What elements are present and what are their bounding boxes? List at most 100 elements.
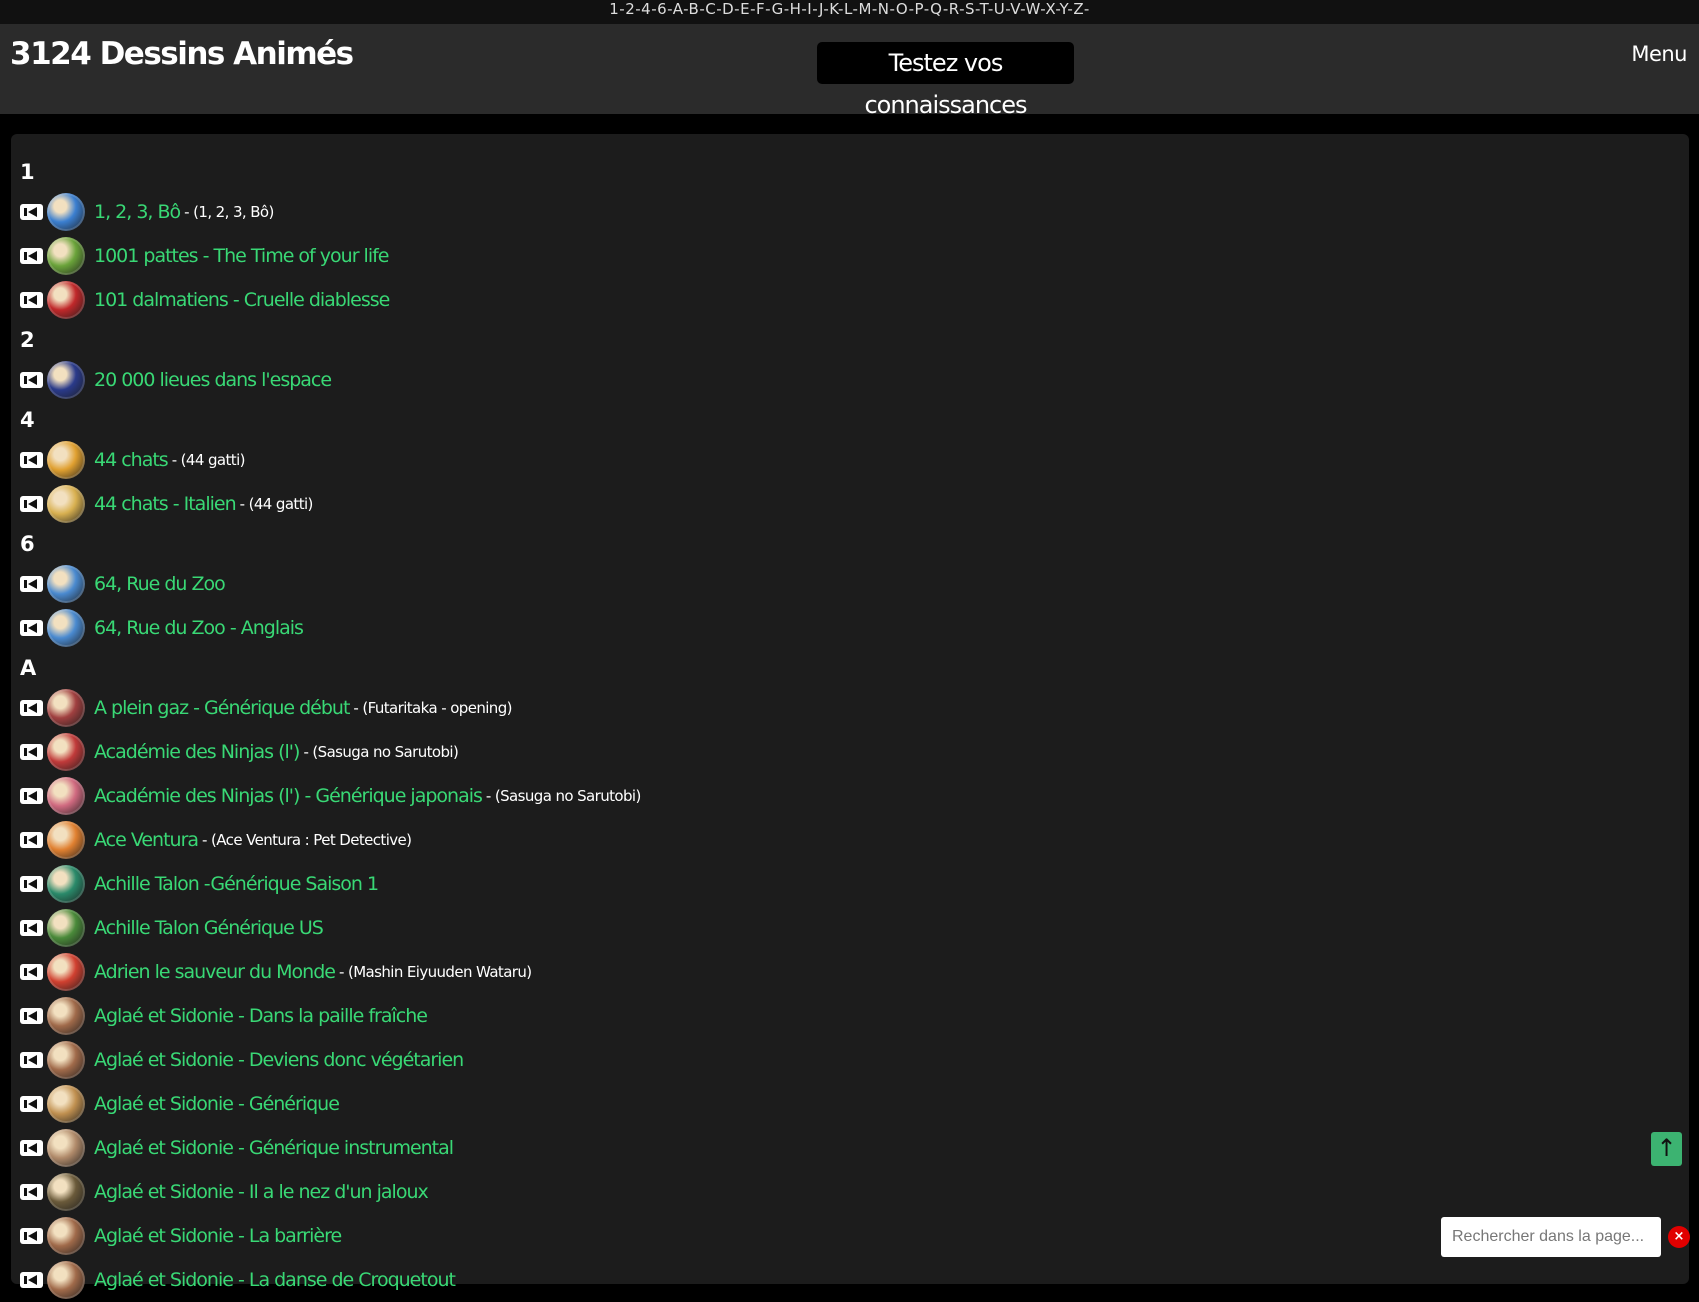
thumbnail-image — [47, 565, 85, 603]
clear-search-button[interactable]: × — [1668, 1226, 1690, 1248]
cartoon-title-link[interactable]: Aglaé et Sidonie - Générique instrumenta… — [94, 1137, 454, 1159]
play-previous-icon[interactable] — [20, 744, 43, 760]
alphabet-nav-links[interactable]: 1-2-4-6-A-B-C-D-E-F-G-H-I-J-K-L-M-N-O-P-… — [609, 0, 1090, 18]
alphabet-nav[interactable]: 1-2-4-6-A-B-C-D-E-F-G-H-I-J-K-L-M-N-O-P-… — [0, 0, 1699, 24]
list-item: 64, Rue du Zoo - Anglais — [20, 606, 1620, 650]
list-item: A plein gaz - Générique début - (Futarita… — [20, 686, 1620, 730]
play-previous-icon[interactable] — [20, 1228, 43, 1244]
original-title: - (44 gatti) — [239, 495, 314, 513]
cartoon-title-link[interactable]: Aglaé et Sidonie - La barrière — [94, 1225, 342, 1247]
cartoon-title-link[interactable]: Aglaé et Sidonie - La danse de Croquetou… — [94, 1269, 456, 1291]
arrow-up-icon: ↑ — [1656, 1134, 1677, 1162]
play-previous-icon[interactable] — [20, 920, 43, 936]
list-item: Académie des Ninjas (l') - Générique jap… — [20, 774, 1620, 818]
site-title[interactable]: 3124 Dessins Animés — [10, 36, 354, 72]
list-item: 44 chats - Italien - (44 gatti) — [20, 482, 1620, 526]
play-previous-icon[interactable] — [20, 1272, 43, 1288]
original-title: - (44 gatti) — [171, 451, 246, 469]
play-previous-icon[interactable] — [20, 876, 43, 892]
cartoon-title-link[interactable]: Aglaé et Sidonie - Il a le nez d'un jalo… — [94, 1181, 429, 1203]
cartoon-title-link[interactable]: 1, 2, 3, Bô — [94, 201, 181, 223]
play-previous-icon[interactable] — [20, 1008, 43, 1024]
cartoon-title-link[interactable]: 44 chats - Italien — [94, 493, 237, 515]
play-previous-icon[interactable] — [20, 1184, 43, 1200]
cartoon-title-link[interactable]: Adrien le sauveur du Monde — [94, 961, 336, 983]
thumbnail-image — [47, 237, 85, 275]
cartoon-title-link[interactable]: Académie des Ninjas (l') - Générique jap… — [94, 785, 483, 807]
list-item: Achille Talon -Générique Saison 1 — [20, 862, 1620, 906]
thumbnail-image — [47, 485, 85, 523]
original-title: - (Futaritaka - opening) — [353, 699, 512, 717]
list-item: 101 dalmatiens - Cruelle diablesse — [20, 278, 1620, 322]
cartoon-title-link[interactable]: Aglaé et Sidonie - Générique — [94, 1093, 340, 1115]
list-item: Aglaé et Sidonie - Dans la paille fraîch… — [20, 994, 1620, 1038]
thumbnail-image — [47, 865, 85, 903]
cartoon-title-link[interactable]: Académie des Ninjas (l') — [94, 741, 300, 763]
list-item: 64, Rue du Zoo — [20, 562, 1620, 606]
section-heading: 1 — [20, 160, 35, 184]
play-previous-icon[interactable] — [20, 204, 43, 220]
list-item: Aglaé et Sidonie - La barrière — [20, 1214, 1620, 1258]
search-input[interactable] — [1441, 1217, 1661, 1257]
cartoon-title-link[interactable]: 101 dalmatiens - Cruelle diablesse — [94, 289, 390, 311]
cartoon-title-link[interactable]: Aglaé et Sidonie - Dans la paille fraîch… — [94, 1005, 428, 1027]
play-previous-icon[interactable] — [20, 1096, 43, 1112]
thumbnail-image — [47, 821, 85, 859]
original-title: - (1, 2, 3, Bô) — [184, 203, 274, 221]
thumbnail-image — [47, 361, 85, 399]
thumbnail-image — [47, 281, 85, 319]
cartoon-title-link[interactable]: 1001 pattes - The Time of your life — [94, 245, 389, 267]
play-previous-icon[interactable] — [20, 1140, 43, 1156]
play-previous-icon[interactable] — [20, 292, 43, 308]
cartoon-title-link[interactable]: 64, Rue du Zoo — [94, 573, 226, 595]
cartoon-title-link[interactable]: Ace Ventura — [94, 829, 199, 851]
play-previous-icon[interactable] — [20, 620, 43, 636]
section-heading: 6 — [20, 532, 35, 556]
thumbnail-image — [47, 193, 85, 231]
cartoon-list-panel: 1 1, 2, 3, Bô - (1, 2, 3, Bô) 1001 pattes -… — [11, 134, 1689, 1299]
thumbnail-image — [47, 909, 85, 947]
cartoon-title-link[interactable]: A plein gaz - Générique début — [94, 697, 350, 719]
thumbnail-image — [47, 441, 85, 479]
quiz-button[interactable]: Testez vos connaissances — [817, 42, 1074, 119]
menu-button[interactable]: Menu — [1631, 42, 1687, 66]
play-previous-icon[interactable] — [20, 1052, 43, 1068]
scroll-top-button[interactable]: ↑ — [1651, 1132, 1682, 1166]
original-title: - (Mashin Eiyuuden Wataru) — [338, 963, 532, 981]
play-previous-icon[interactable] — [20, 248, 43, 264]
thumbnail-image — [47, 1085, 85, 1123]
original-title: - (Ace Ventura : Pet Detective) — [202, 831, 412, 849]
cartoon-title-link[interactable]: Achille Talon -Générique Saison 1 — [94, 873, 379, 895]
list-item: Ace Ventura - (Ace Ventura : Pet Detectiv… — [20, 818, 1620, 862]
cartoon-title-link[interactable]: Achille Talon Générique US — [94, 917, 324, 939]
list-item: Aglaé et Sidonie - Il a le nez d'un jalo… — [20, 1170, 1620, 1214]
original-title: - (Sasuga no Sarutobi) — [303, 743, 459, 761]
section-heading: A — [20, 656, 37, 680]
list-item: Aglaé et Sidonie - Générique instrumenta… — [20, 1126, 1620, 1170]
thumbnail-image — [47, 1217, 85, 1255]
list-item: Académie des Ninjas (l') - (Sasuga no Sar… — [20, 730, 1620, 774]
cartoon-title-link[interactable]: 44 chats — [94, 449, 169, 471]
play-previous-icon[interactable] — [20, 496, 43, 512]
cartoon-title-link[interactable]: 64, Rue du Zoo - Anglais — [94, 617, 304, 639]
list-item: 20 000 lieues dans l'espace — [20, 358, 1620, 402]
list-item: Achille Talon Générique US — [20, 906, 1620, 950]
play-previous-icon[interactable] — [20, 832, 43, 848]
thumbnail-image — [47, 777, 85, 815]
thumbnail-image — [47, 1041, 85, 1079]
cartoon-title-link[interactable]: 20 000 lieues dans l'espace — [94, 369, 332, 391]
play-previous-icon[interactable] — [20, 964, 43, 980]
cartoon-title-link[interactable]: Aglaé et Sidonie - Deviens donc végétari… — [94, 1049, 464, 1071]
play-previous-icon[interactable] — [20, 372, 43, 388]
list-item: Aglaé et Sidonie - Deviens donc végétari… — [20, 1038, 1620, 1082]
play-previous-icon[interactable] — [20, 700, 43, 716]
cartoon-list: 1 1, 2, 3, Bô - (1, 2, 3, Bô) 1001 pattes -… — [20, 154, 1620, 1302]
play-previous-icon[interactable] — [20, 788, 43, 804]
thumbnail-image — [47, 689, 85, 727]
play-previous-icon[interactable] — [20, 452, 43, 468]
original-title: - (Sasuga no Sarutobi) — [485, 787, 641, 805]
play-previous-icon[interactable] — [20, 576, 43, 592]
list-item: Aglaé et Sidonie - Générique — [20, 1082, 1620, 1126]
section-heading: 2 — [20, 328, 35, 352]
thumbnail-image — [47, 609, 85, 647]
